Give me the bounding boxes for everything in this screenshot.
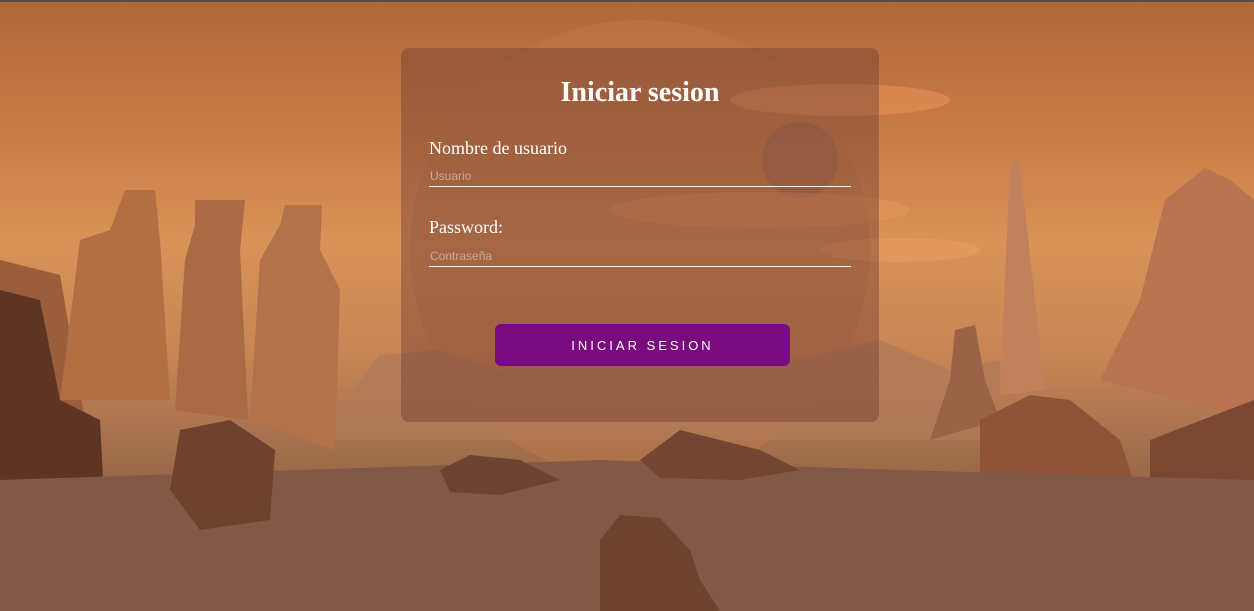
username-input[interactable] xyxy=(429,165,851,187)
login-panel: Iniciar sesion Nombre de usuario Passwor… xyxy=(401,48,879,422)
password-label: Password: xyxy=(429,217,504,237)
top-border xyxy=(0,0,1254,2)
login-button[interactable]: INICIAR SESION xyxy=(495,324,790,366)
password-input[interactable] xyxy=(429,245,851,267)
login-title: Iniciar sesion xyxy=(560,77,720,108)
username-label: Nombre de usuario xyxy=(429,138,567,158)
